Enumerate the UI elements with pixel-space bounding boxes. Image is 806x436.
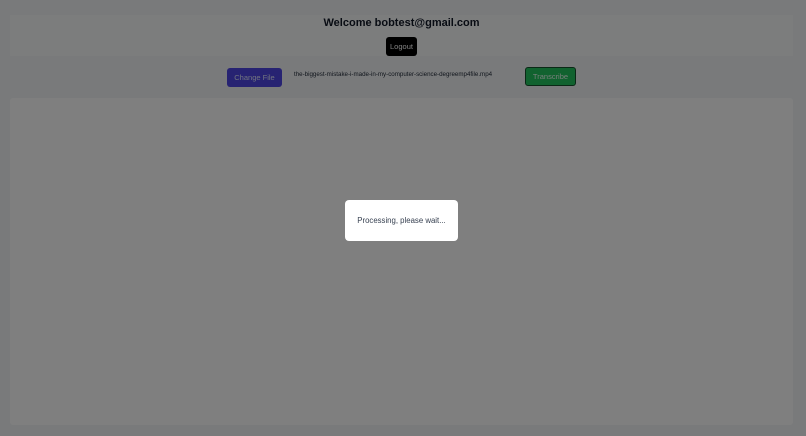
processing-modal: Processing, please wait... bbox=[345, 200, 458, 241]
processing-message: Processing, please wait... bbox=[357, 216, 446, 225]
